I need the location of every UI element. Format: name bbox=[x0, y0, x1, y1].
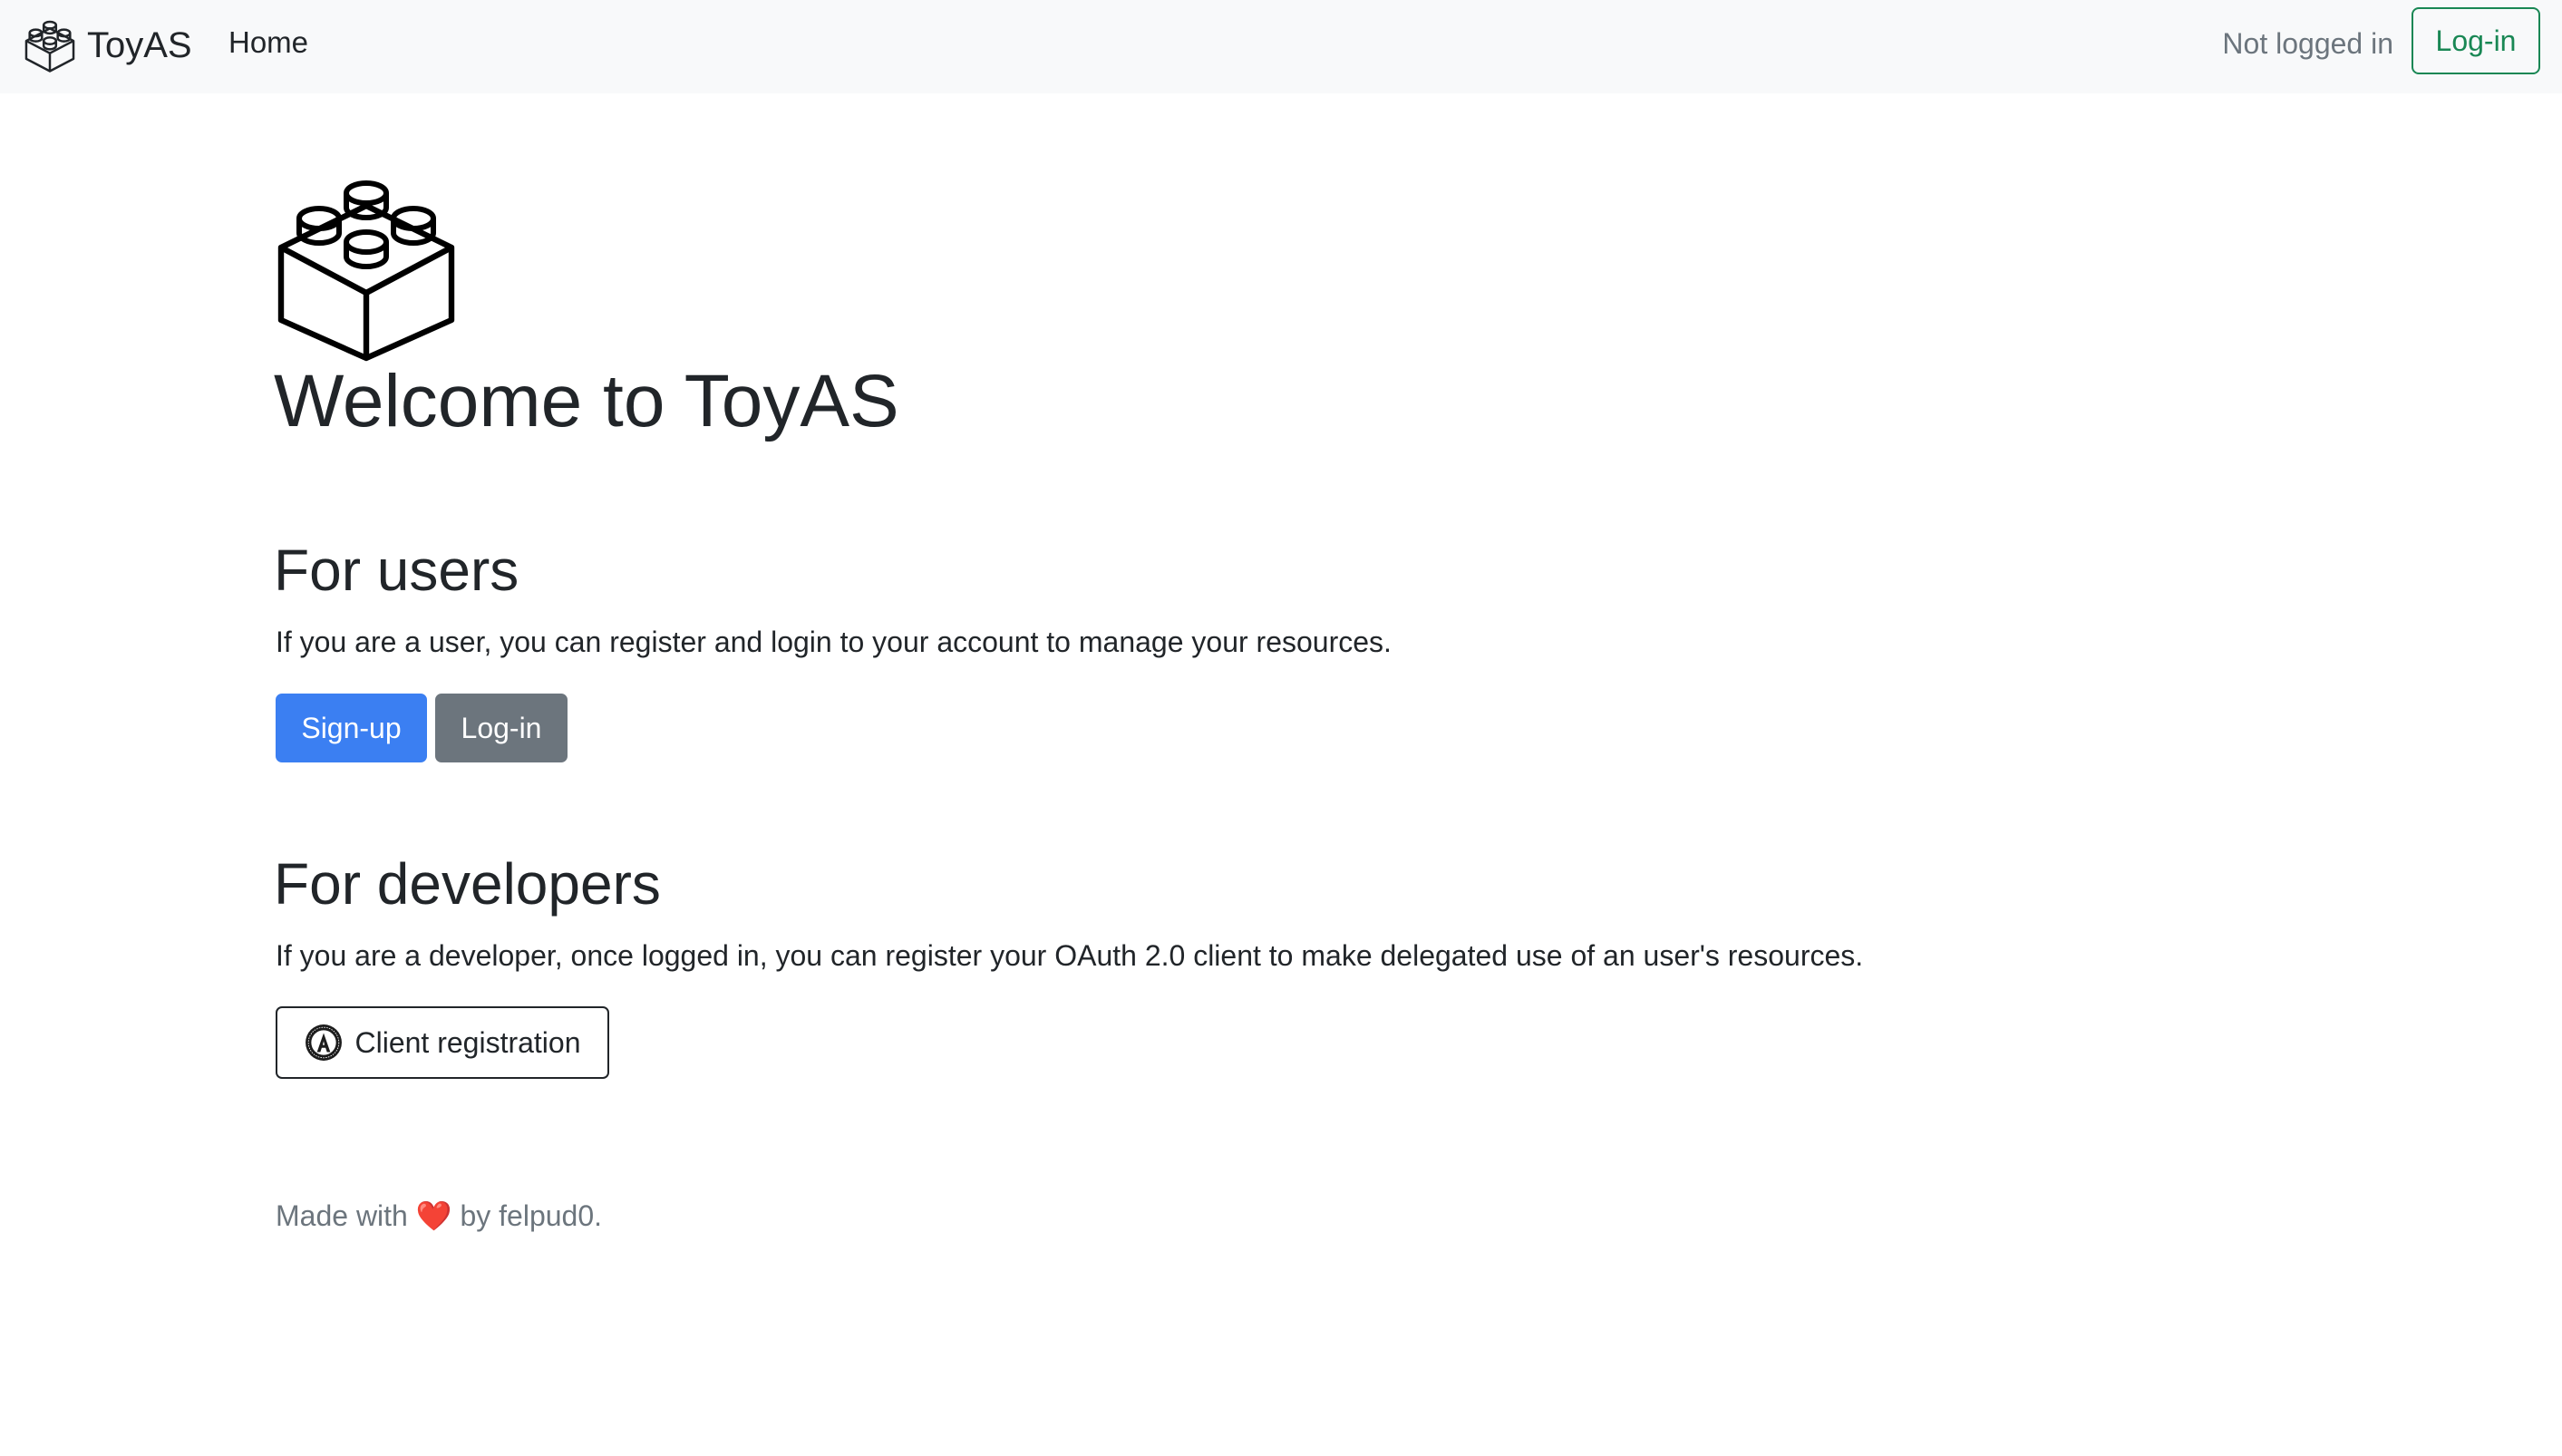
client-registration-button[interactable]: Client registration bbox=[276, 1006, 609, 1079]
login-button[interactable]: Log-in bbox=[435, 694, 568, 762]
heart-icon: ❤️ bbox=[415, 1199, 452, 1232]
navbar-login-button[interactable]: Log-in bbox=[2412, 7, 2540, 74]
users-heading: For users bbox=[274, 538, 519, 603]
brand-name: ToyAS bbox=[87, 24, 192, 65]
footer-prefix: Made with bbox=[276, 1199, 408, 1232]
developers-description: If you are a developer, once logged in, … bbox=[276, 939, 1864, 972]
brand-link[interactable]: ToyAS bbox=[22, 15, 192, 76]
login-status-text: Not logged in bbox=[2222, 27, 2393, 60]
users-description: If you are a user, you can register and … bbox=[276, 626, 1392, 658]
client-registration-label: Client registration bbox=[354, 1025, 581, 1059]
lego-brick-icon bbox=[276, 180, 457, 363]
footer-suffix: by felpud0. bbox=[460, 1199, 603, 1232]
lego-brick-icon bbox=[22, 17, 78, 73]
footer-credit: Made with ❤️ by felpud0. bbox=[276, 1199, 602, 1233]
oauth-logo-icon bbox=[305, 1024, 342, 1061]
developers-heading: For developers bbox=[274, 851, 661, 917]
nav-home-link[interactable]: Home bbox=[228, 25, 308, 60]
page-title: Welcome to ToyAS bbox=[274, 360, 899, 442]
top-navbar: ToyAS Home Not logged in Log-in bbox=[0, 0, 2562, 93]
signup-button[interactable]: Sign-up bbox=[276, 694, 427, 762]
